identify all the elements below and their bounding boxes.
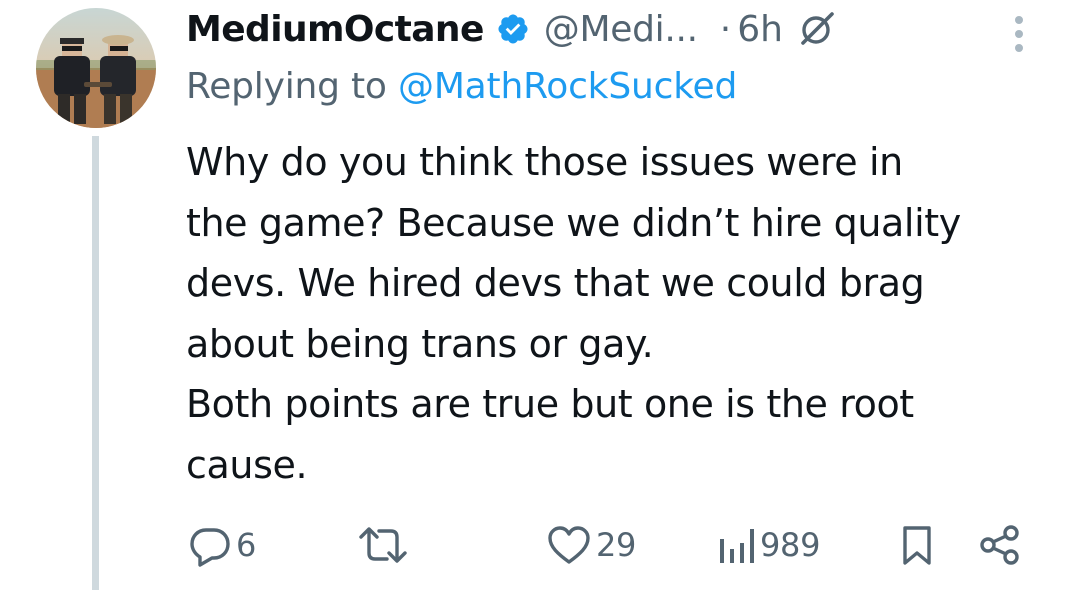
reply-button[interactable]: 6 [188, 520, 256, 570]
tweet-text-line: Both points are true but one is the root [186, 382, 914, 426]
tweet-text-line: the game? Because we didn’t hire quality [186, 200, 961, 245]
display-name[interactable]: MediumOctane [186, 9, 484, 50]
grok-icon[interactable] [797, 9, 837, 49]
action-bar: 6 29 989 [0, 520, 1079, 570]
timestamp[interactable]: 6h [737, 9, 783, 50]
tweet-text-line: about being trans or gay. [186, 321, 654, 366]
tweet-text: Why do you think those issues were in th… [186, 132, 1056, 495]
reply-icon [190, 528, 230, 567]
like-count: 29 [596, 526, 637, 564]
bookmark-button[interactable] [897, 520, 937, 570]
replying-to: Replying to @MathRockSucked [186, 66, 737, 107]
like-button[interactable]: 29 [546, 520, 636, 570]
tweet-text-line: Why do you think those issues were in [186, 140, 903, 184]
share-icon [980, 525, 1019, 565]
tweet-header: MediumOctane @Medi... · 6h [186, 5, 837, 53]
views-icon [720, 529, 754, 563]
heart-icon [548, 526, 590, 564]
reply-count: 6 [236, 526, 257, 564]
share-button[interactable] [978, 520, 1022, 570]
verified-badge-icon [496, 12, 530, 46]
more-vertical-icon[interactable] [1007, 12, 1031, 56]
tweet: MediumOctane @Medi... · 6h Replying to @… [0, 0, 1079, 590]
tweet-text-line: devs. We hired devs that we could brag [186, 261, 925, 305]
replying-prefix: Replying to [186, 66, 387, 107]
retweet-button[interactable] [355, 520, 415, 570]
handle[interactable]: @Medi... [544, 9, 698, 50]
avatar-photo [36, 8, 156, 128]
views-button[interactable]: 989 [716, 520, 820, 570]
retweet-icon [359, 527, 407, 563]
bookmark-icon [903, 526, 931, 565]
avatar[interactable] [36, 8, 156, 128]
views-count: 989 [760, 526, 821, 564]
tweet-text-line: cause. [186, 442, 308, 487]
reply-mention-link[interactable]: @MathRockSucked [398, 66, 737, 107]
separator: · [719, 8, 732, 50]
